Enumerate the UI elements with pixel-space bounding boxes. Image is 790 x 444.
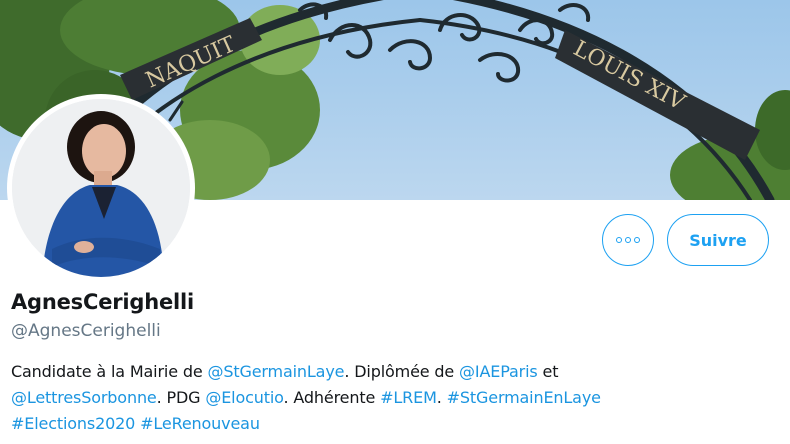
user-handle: @AgnesCerighelli: [11, 321, 161, 341]
bio-text: Candidate à la Mairie de: [11, 362, 208, 381]
avatar[interactable]: [7, 94, 195, 282]
profile-photo: [12, 99, 190, 277]
svg-text:LOUIS XIV: LOUIS XIV: [569, 36, 690, 116]
sign-right: LOUIS XIV: [555, 30, 760, 160]
bio-line-2: @LettresSorbonne. PDG @Elocutio. Adhéren…: [11, 385, 781, 411]
bio-line-3: #Elections2020 #LeRenouveau: [11, 411, 781, 437]
bio-text: . Adhérente: [283, 388, 381, 407]
more-dots-icon: [616, 237, 640, 243]
dot-3: [634, 237, 640, 243]
mention-link[interactable]: @IAEParis: [459, 362, 538, 381]
more-options-button[interactable]: [602, 214, 654, 266]
bio-text: .: [436, 388, 447, 407]
follow-button[interactable]: Suivre: [667, 214, 769, 266]
bio-text: . PDG: [156, 388, 206, 407]
profile-bio: Candidate à la Mairie de @StGermainLaye.…: [11, 359, 781, 437]
dot-1: [616, 237, 622, 243]
hashtag-link[interactable]: #LREM: [380, 388, 437, 407]
mention-link[interactable]: @LettresSorbonne: [11, 388, 157, 407]
display-name: AgnesCerighelli: [11, 290, 195, 314]
bio-line-1: Candidate à la Mairie de @StGermainLaye.…: [11, 359, 781, 385]
hashtag-link[interactable]: #Elections2020: [11, 414, 135, 433]
hashtag-link[interactable]: #LeRenouveau: [140, 414, 260, 433]
mention-link[interactable]: @StGermainLaye: [207, 362, 344, 381]
bio-text: et: [537, 362, 559, 381]
bio-text: . Diplômée de: [344, 362, 460, 381]
hashtag-link[interactable]: #StGermainEnLaye: [447, 388, 601, 407]
avatar-image: [12, 99, 190, 277]
dot-2: [625, 237, 631, 243]
mention-link[interactable]: @Elocutio: [205, 388, 283, 407]
